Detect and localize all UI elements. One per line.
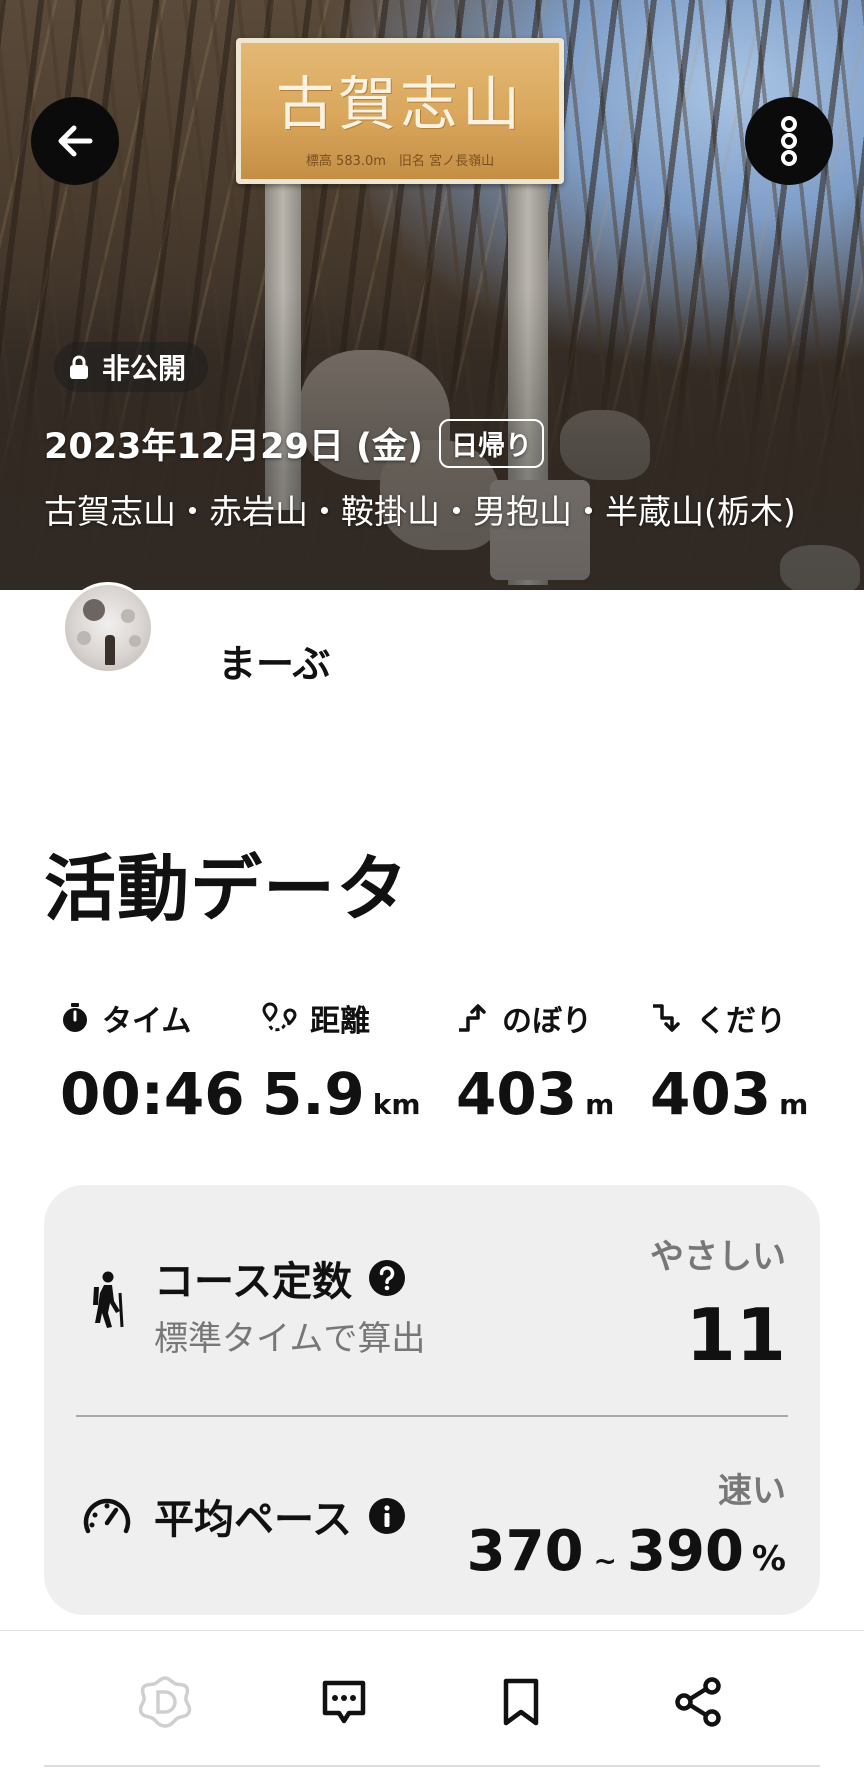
course-title-row: コース定数 [154,1249,406,1307]
pace-speed-label: 速い [718,1471,786,1511]
stat-time-value-row: 00:46 [60,1060,260,1128]
share-button[interactable] [663,1667,733,1737]
stat-ascent-value-row: 403 m [456,1060,656,1128]
stat-descent-value-row: 403 m [650,1060,850,1128]
more-menu-button[interactable] [745,97,833,185]
stat-descent-unit: m [779,1088,809,1121]
avatar-person [105,635,115,665]
course-pace-card: コース定数 標準タイムで算出 やさしい 11 平均ペース 速い 370 ~390% [44,1185,820,1615]
more-vertical-icon [781,116,797,166]
pace-unit: % [751,1539,786,1579]
summit-sign: 古賀志山 標高 583.0m 旧名 宮ノ長嶺山 [236,38,564,184]
stat-descent-value: 403 [650,1060,772,1128]
d-badge-button[interactable] [130,1667,200,1737]
stat-ascent-label-row: のぼり [456,996,656,1040]
stat-time-label-row: タイム [60,996,260,1040]
stat-distance-label: 距離 [310,1004,370,1039]
stat-ascent-unit: m [585,1088,615,1121]
mountain-names: 古賀志山・赤岩山・鞍掛山・男抱山・半蔵山(栃木) [44,492,796,531]
stat-time-value: 00:46 [60,1060,245,1128]
avatar-decor [129,635,141,647]
pace-separator: ~ [593,1544,618,1577]
d-badge-icon [138,1676,192,1728]
stat-distance-value: 5.9 [262,1060,365,1128]
info-icon[interactable] [368,1497,406,1535]
comment-icon [322,1680,366,1724]
stat-distance-value-row: 5.9 km [262,1060,462,1128]
pace-max: 390 [627,1519,744,1584]
activity-date-row: 2023年12月29日 (金) 日帰り [44,418,545,469]
summit-sign-title: 古賀志山 [275,70,524,138]
card-divider [76,1415,788,1417]
course-difficulty: やさしい [650,1237,786,1277]
ascent-icon [459,1004,486,1032]
share-icon [675,1677,721,1727]
privacy-badge: 非公開 [54,342,209,392]
stat-time-label: タイム [102,1004,192,1039]
course-title: コース定数 [154,1259,352,1305]
pace-title-row: 平均ペース [154,1487,406,1545]
avatar-decor [121,609,135,623]
comment-button[interactable] [309,1667,379,1737]
home-indicator-line [44,1765,820,1767]
activity-date: 2023年12月29日 (金) [44,427,424,467]
stat-descent: くだり 403 m [650,996,850,1128]
privacy-label: 非公開 [102,352,187,385]
trip-type-badge: 日帰り [439,419,545,468]
lock-icon [70,355,88,379]
stat-distance: 距離 5.9 km [262,996,462,1128]
summit-sign-subtitle: 標高 583.0m 旧名 宮ノ長嶺山 [305,154,495,169]
avatar-decor [83,599,105,621]
stat-ascent-label: のぼり [502,1004,592,1039]
hero-photo: 古賀志山 標高 583.0m 旧名 宮ノ長嶺山 非公開 2023年12月29日 … [0,0,864,590]
descent-icon [653,1004,680,1032]
pace-min: 370 [466,1519,584,1584]
stat-distance-label-row: 距離 [262,996,462,1040]
bookmark-icon [503,1678,539,1726]
bookmark-button[interactable] [486,1667,556,1737]
stopwatch-icon [63,1003,87,1032]
pace-title: 平均ペース [154,1497,352,1543]
stat-ascent: のぼり 403 m [456,996,656,1128]
activity-section-title: 活動データ [44,847,410,931]
speedometer-icon [83,1498,131,1534]
bottom-action-bar [0,1630,864,1775]
course-value: 11 [685,1293,786,1377]
stat-distance-unit: km [372,1088,421,1121]
stat-ascent-value: 403 [456,1060,578,1128]
stat-time: タイム 00:46 [60,996,260,1128]
arrow-left-icon [58,125,93,157]
stat-descent-label-row: くだり [650,996,850,1040]
stat-descent-label: くだり [696,1004,786,1039]
avatar[interactable] [62,582,154,674]
avatar-decor [77,631,91,645]
pace-value: 370 ~390% [467,1519,786,1584]
route-icon [262,1002,297,1032]
course-subtitle: 標準タイムで算出 [154,1319,426,1359]
back-button[interactable] [31,97,119,185]
hiker-icon [93,1271,124,1328]
help-icon[interactable] [368,1259,406,1297]
username[interactable]: まーぶ [218,633,330,688]
